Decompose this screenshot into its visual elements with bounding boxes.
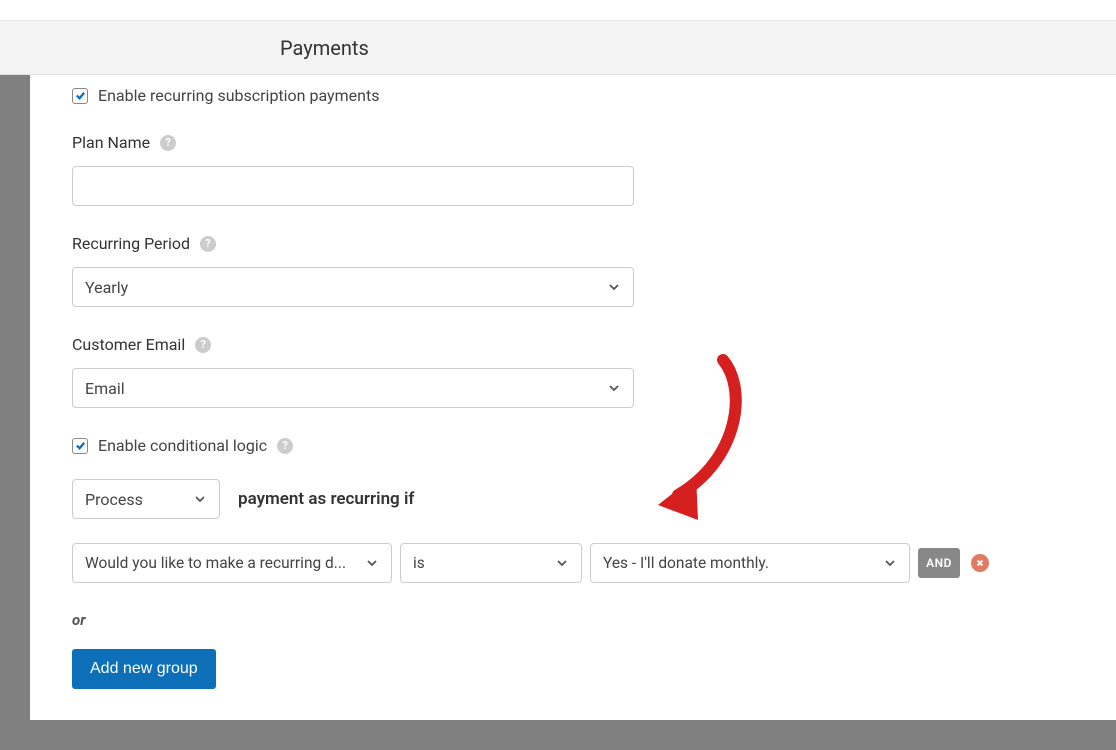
chevron-down-icon (883, 556, 897, 570)
header-bar: Payments (0, 21, 1116, 75)
enable-recurring-checkbox[interactable] (72, 88, 88, 104)
customer-email-select[interactable]: Email (72, 368, 634, 408)
help-icon[interactable]: ? (277, 438, 293, 454)
logic-operator-value: is (413, 554, 425, 572)
logic-value-text: Yes - I'll donate monthly. (603, 554, 769, 572)
top-strip (0, 0, 1116, 21)
customer-email-label: Customer Email (72, 335, 185, 354)
help-icon[interactable]: ? (200, 236, 216, 252)
chevron-down-icon (555, 556, 569, 570)
logic-action-select[interactable]: Process (72, 479, 220, 519)
customer-email-value: Email (85, 379, 125, 398)
recurring-period-value: Yearly (85, 278, 128, 297)
logic-field-select[interactable]: Would you like to make a recurring d... (72, 543, 392, 583)
enable-logic-label: Enable conditional logic (98, 436, 267, 455)
enable-recurring-label: Enable recurring subscription payments (98, 86, 379, 105)
enable-logic-checkbox[interactable] (72, 438, 88, 454)
recurring-period-label: Recurring Period (72, 234, 190, 253)
logic-field-value: Would you like to make a recurring d... (85, 554, 346, 572)
add-new-group-button[interactable]: Add new group (72, 649, 216, 689)
chevron-down-icon (193, 492, 207, 506)
or-separator: or (72, 611, 1088, 629)
chevron-down-icon (607, 280, 621, 294)
logic-sentence: payment as recurring if (238, 489, 414, 509)
remove-rule-button[interactable] (971, 554, 989, 572)
chevron-down-icon (365, 556, 379, 570)
settings-panel: Enable recurring subscription payments P… (30, 75, 1116, 720)
check-icon (75, 440, 86, 451)
logic-operator-select[interactable]: is (400, 543, 582, 583)
and-button[interactable]: AND (918, 548, 960, 578)
help-icon[interactable]: ? (195, 337, 211, 353)
page-title: Payments (280, 36, 369, 60)
help-icon[interactable]: ? (160, 135, 176, 151)
plan-name-input[interactable] (72, 166, 634, 206)
plan-name-label: Plan Name (72, 133, 150, 152)
logic-value-select[interactable]: Yes - I'll donate monthly. (590, 543, 910, 583)
check-icon (75, 90, 86, 101)
chevron-down-icon (607, 381, 621, 395)
recurring-period-select[interactable]: Yearly (72, 267, 634, 307)
logic-action-value: Process (85, 490, 143, 509)
close-icon (976, 559, 984, 567)
